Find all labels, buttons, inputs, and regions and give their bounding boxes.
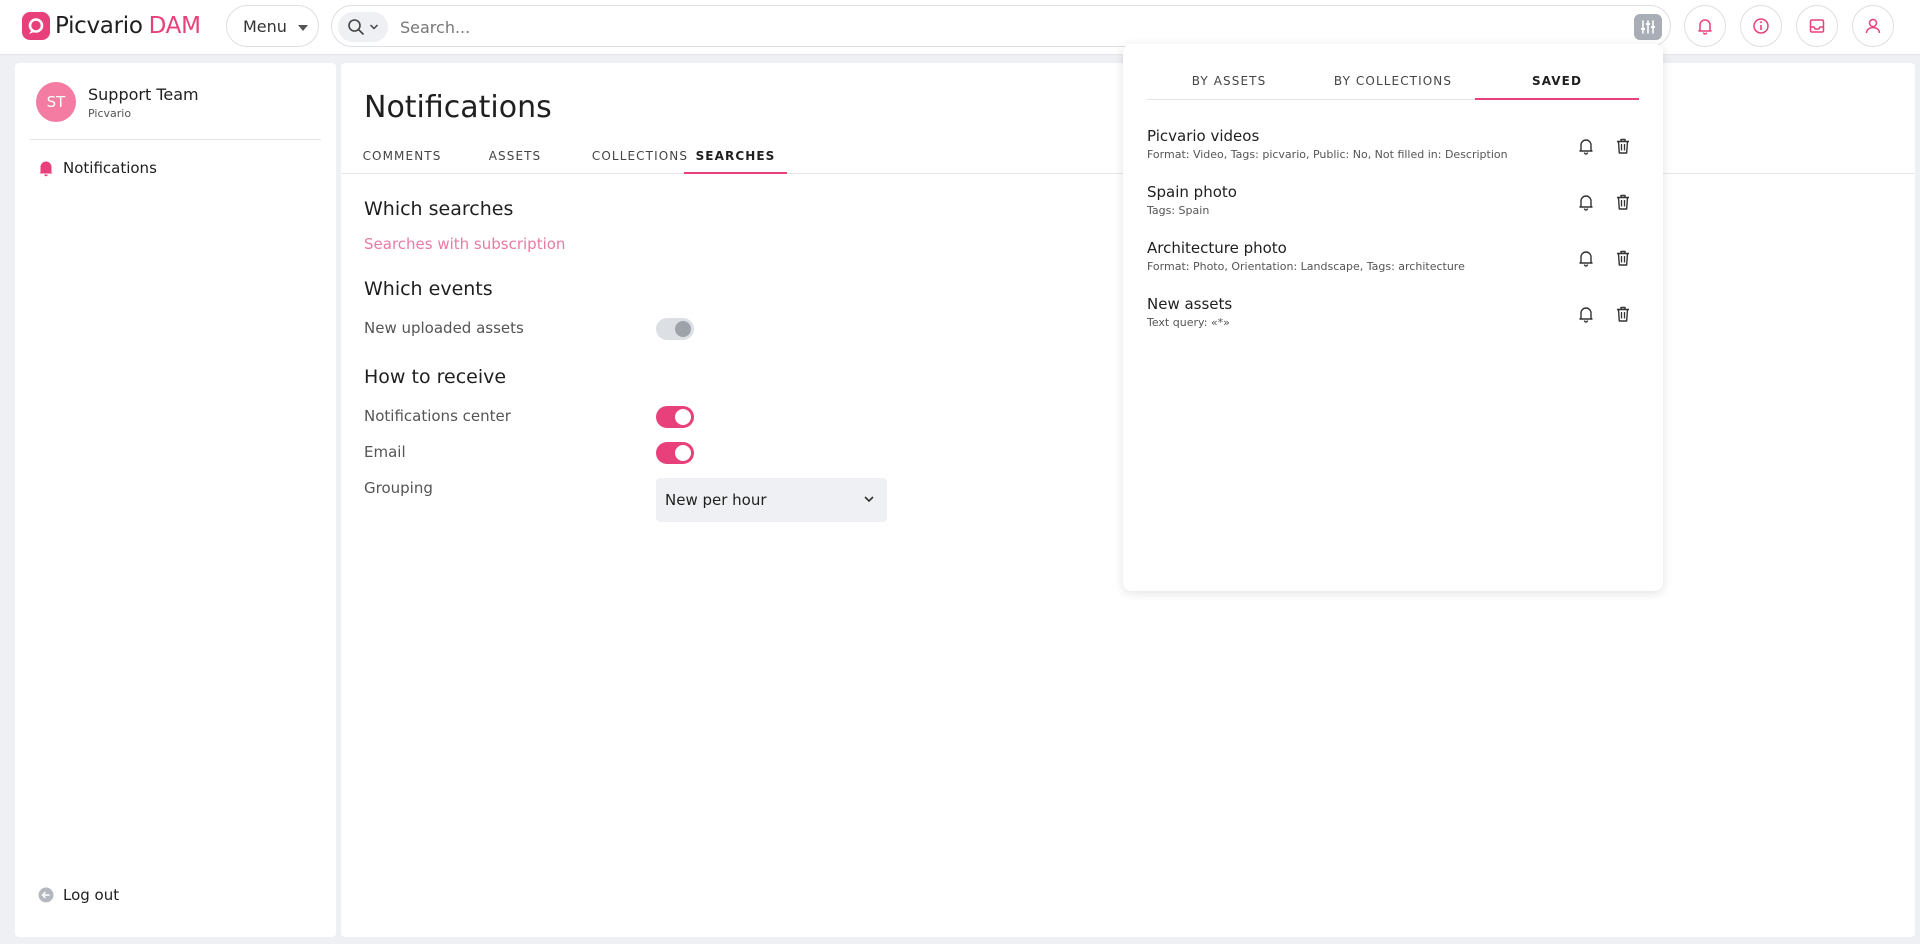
searches-with-subscription-link[interactable]: Searches with subscription	[364, 235, 565, 253]
trash-icon	[1617, 250, 1629, 266]
search-type-selector[interactable]	[338, 12, 388, 42]
saved-search-item[interactable]: Architecture photo Format: Photo, Orient…	[1147, 239, 1639, 289]
user-org: Picvario	[88, 106, 132, 120]
subscribe-button[interactable]	[1575, 135, 1597, 157]
which-events-heading: Which events	[364, 278, 493, 300]
how-to-receive-heading: How to receive	[364, 366, 507, 388]
brand-logo[interactable]: Picvario DAM	[22, 12, 201, 40]
delete-button[interactable]	[1612, 191, 1634, 213]
saved-search-description: Tags: Spain	[1147, 204, 1210, 217]
chevron-down-icon	[864, 496, 874, 503]
caret-down-icon	[298, 25, 308, 31]
menu-label: Menu	[243, 16, 287, 36]
delete-button[interactable]	[1612, 303, 1634, 325]
logout-icon	[38, 887, 54, 903]
filter-button[interactable]	[1634, 14, 1662, 40]
sidebar-item-notifications[interactable]: Notifications	[37, 159, 157, 177]
saved-searches-tabs: BY ASSETS BY COLLECTIONS SAVED	[1147, 66, 1639, 100]
brand-name: Picvario	[55, 13, 143, 39]
tab-searches[interactable]: SEARCHES	[684, 143, 787, 174]
bell-icon	[1579, 251, 1593, 267]
user-profile: ST Support Team Picvario	[36, 82, 199, 122]
email-toggle[interactable]	[656, 442, 694, 464]
new-uploaded-assets-toggle[interactable]	[656, 318, 694, 340]
trash-icon	[1617, 306, 1629, 322]
delete-button[interactable]	[1612, 135, 1634, 157]
tab-label: ASSETS	[488, 149, 542, 163]
grouping-label: Grouping	[364, 479, 433, 497]
tab-assets[interactable]: ASSETS	[479, 143, 551, 174]
inbox-button[interactable]	[1796, 5, 1838, 47]
avatar: ST	[36, 82, 76, 122]
profile-button[interactable]	[1852, 5, 1894, 47]
logout-button[interactable]: Log out	[37, 886, 119, 904]
tab-label: BY COLLECTIONS	[1333, 74, 1453, 88]
trash-icon	[1617, 194, 1629, 210]
subscribe-button[interactable]	[1575, 191, 1597, 213]
trash-icon	[1617, 138, 1629, 154]
saved-searches-dropdown: BY ASSETS BY COLLECTIONS SAVED Picvario …	[1123, 44, 1663, 591]
notifications-center-label: Notifications center	[364, 407, 511, 425]
new-uploaded-assets-label: New uploaded assets	[364, 319, 524, 337]
sidebar-divider	[30, 139, 321, 140]
logout-label: Log out	[63, 886, 120, 904]
grouping-select[interactable]: New per hour	[656, 478, 887, 522]
tab-label: COLLECTIONS	[591, 149, 689, 163]
page-title: Notifications	[364, 90, 552, 125]
saved-search-name: Spain photo	[1147, 183, 1237, 201]
filter-sliders-icon	[1641, 20, 1655, 34]
bell-icon	[1579, 307, 1593, 323]
tab-saved[interactable]: SAVED	[1475, 66, 1639, 100]
saved-search-description: Format: Video, Tags: picvario, Public: N…	[1147, 148, 1508, 161]
bell-icon	[1698, 19, 1712, 35]
picvario-logo-icon	[22, 12, 50, 40]
saved-search-name: Architecture photo	[1147, 239, 1287, 257]
delete-button[interactable]	[1612, 247, 1634, 269]
saved-search-name: Picvario videos	[1147, 127, 1260, 145]
which-searches-heading: Which searches	[364, 198, 514, 220]
saved-search-name: New assets	[1147, 295, 1233, 313]
tab-label: SAVED	[1531, 74, 1583, 88]
inbox-icon	[1809, 19, 1825, 33]
tab-label: BY ASSETS	[1191, 74, 1267, 88]
bell-icon	[1579, 195, 1593, 211]
sidebar: ST Support Team Picvario Notifications L…	[15, 63, 336, 937]
info-icon	[1753, 18, 1769, 34]
bell-icon	[1579, 139, 1593, 155]
tab-label: COMMENTS	[362, 149, 442, 163]
tab-by-collections[interactable]: BY COLLECTIONS	[1311, 66, 1475, 100]
notifications-center-toggle[interactable]	[656, 406, 694, 428]
search-icon	[348, 19, 364, 35]
saved-search-item[interactable]: Spain photo Tags: Spain	[1147, 183, 1639, 233]
grouping-value: New per hour	[665, 491, 767, 509]
user-name: Support Team	[88, 84, 199, 104]
bell-icon	[39, 161, 53, 177]
tab-label: SEARCHES	[695, 149, 776, 163]
search-bar	[331, 5, 1671, 47]
brand-suffix: DAM	[148, 13, 201, 39]
chevron-down-icon	[369, 24, 379, 30]
saved-search-item[interactable]: Picvario videos Format: Video, Tags: pic…	[1147, 127, 1639, 177]
saved-search-description: Text query: «*»	[1147, 316, 1230, 329]
tab-by-assets[interactable]: BY ASSETS	[1147, 66, 1311, 100]
saved-search-item[interactable]: New assets Text query: «*»	[1147, 295, 1639, 345]
subscribe-button[interactable]	[1575, 303, 1597, 325]
saved-search-description: Format: Photo, Orientation: Landscape, T…	[1147, 260, 1465, 273]
search-input[interactable]	[400, 14, 1580, 40]
notifications-button[interactable]	[1684, 5, 1726, 47]
tab-comments[interactable]: COMMENTS	[356, 143, 448, 174]
info-button[interactable]	[1740, 5, 1782, 47]
sidebar-item-label: Notifications	[63, 159, 157, 177]
menu-button[interactable]: Menu	[226, 5, 319, 47]
user-icon	[1865, 18, 1881, 34]
subscribe-button[interactable]	[1575, 247, 1597, 269]
email-label: Email	[364, 443, 406, 461]
